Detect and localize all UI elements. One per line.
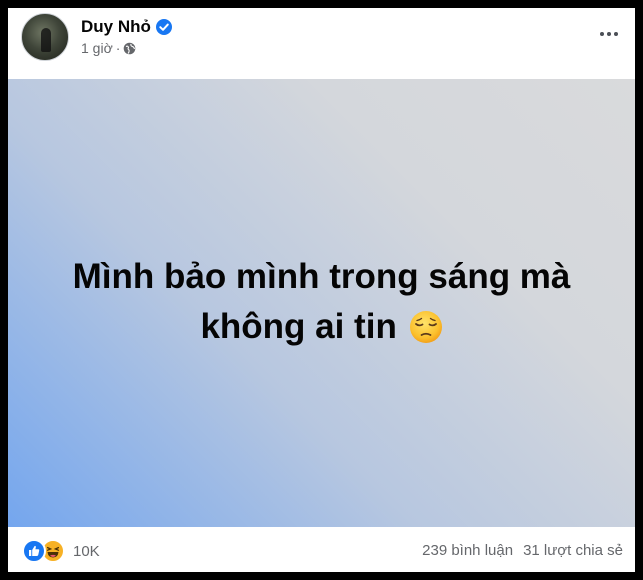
- avatar-figure: [41, 28, 51, 52]
- more-dot: [614, 32, 618, 36]
- post-content: Mình bảo mình trong sáng mà không ai tin: [32, 252, 612, 352]
- post-content-line-2-wrap: không ai tin: [32, 302, 612, 352]
- like-icon: [22, 539, 46, 563]
- more-options-icon[interactable]: [597, 22, 621, 46]
- engagement-stats: 239 bình luận 31 lượt chia sẻ: [422, 542, 623, 559]
- comment-count[interactable]: 239 bình luận: [422, 542, 513, 559]
- more-dot: [607, 32, 611, 36]
- share-count[interactable]: 31 lượt chia sẻ: [523, 542, 623, 559]
- post-content-line-2: không ai tin: [200, 307, 397, 346]
- post-card: Duy Nhỏ 1 giờ · Mình bảo mình trong sáng…: [8, 8, 635, 572]
- post-header: Duy Nhỏ 1 giờ ·: [8, 8, 635, 78]
- post-background[interactable]: Mình bảo mình trong sáng mà không ai tin: [8, 79, 635, 527]
- meta-separator: ·: [115, 40, 121, 56]
- post-time[interactable]: 1 giờ: [81, 40, 113, 56]
- reaction-count: 10K: [73, 542, 100, 560]
- post-footer: 10K 239 bình luận 31 lượt chia sẻ: [8, 527, 635, 572]
- verified-badge-icon: [155, 19, 172, 35]
- avatar[interactable]: [21, 13, 69, 61]
- reactions-summary[interactable]: 10K: [22, 539, 100, 563]
- post-content-line-1: Mình bảo mình trong sáng mà: [72, 257, 571, 296]
- post-meta: 1 giờ ·: [81, 39, 136, 57]
- author-row: Duy Nhỏ: [81, 16, 172, 38]
- pensive-face-emoji-icon: [409, 308, 443, 343]
- author-name[interactable]: Duy Nhỏ: [81, 17, 151, 37]
- more-dot: [600, 32, 604, 36]
- globe-icon[interactable]: [123, 42, 136, 55]
